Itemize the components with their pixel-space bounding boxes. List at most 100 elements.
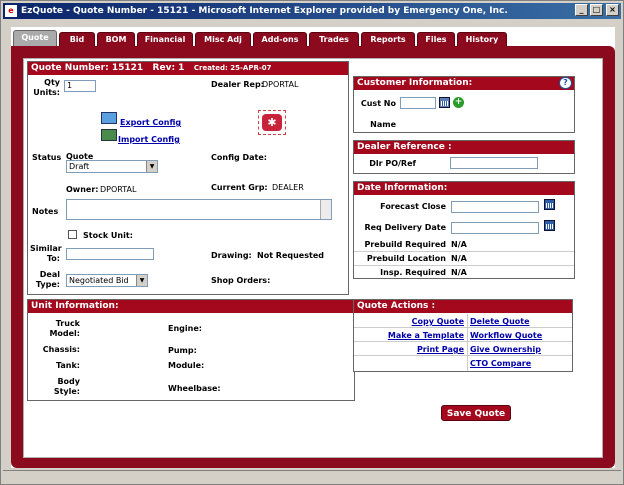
dealer-rep-value: DPORTAL bbox=[262, 80, 299, 89]
req-delivery-label: Req Delivery Date bbox=[364, 223, 446, 232]
tab-bid[interactable]: Bid bbox=[59, 32, 95, 46]
divider bbox=[354, 327, 572, 328]
print-page-link[interactable]: Print Page bbox=[358, 345, 464, 354]
pump-label: Pump: bbox=[168, 346, 197, 355]
give-ownership-link[interactable]: Give Ownership bbox=[470, 345, 541, 354]
browser-window: e EzQuote - Quote Number - 15121 - Micro… bbox=[0, 0, 624, 485]
delete-quote-link[interactable]: Delete Quote bbox=[470, 317, 530, 326]
calendar-icon[interactable] bbox=[544, 199, 555, 210]
stock-unit-checkbox[interactable] bbox=[68, 230, 77, 239]
dealer-rep-label: Dealer Rep: bbox=[211, 80, 264, 89]
chevron-down-icon: ▼ bbox=[136, 275, 147, 286]
quote-number: Quote Number: 15121 bbox=[31, 63, 144, 73]
quote-rev: Rev: 1 bbox=[152, 63, 185, 73]
date-info-box: Date Information: Forecast Close Req Del… bbox=[353, 181, 575, 279]
tab-quote[interactable]: Quote bbox=[13, 30, 57, 46]
date-info-header: Date Information: bbox=[354, 182, 574, 195]
prebuild-required-value: N/A bbox=[451, 240, 467, 249]
prebuild-required-label: Prebuild Required bbox=[364, 240, 447, 249]
qty-input[interactable]: 1 bbox=[64, 80, 96, 92]
prebuild-location-value: N/A bbox=[451, 254, 467, 263]
quote-actions-box: Quote Actions : Copy Quote Delete Quote … bbox=[353, 299, 573, 372]
insp-required-value: N/A bbox=[451, 268, 467, 277]
customer-lookup-icon[interactable] bbox=[439, 97, 450, 108]
dealer-ref-header: Dealer Reference : bbox=[354, 141, 574, 154]
copy-quote-link[interactable]: Copy Quote bbox=[358, 317, 464, 326]
engine-label: Engine: bbox=[168, 324, 202, 333]
module-label: Module: bbox=[168, 361, 205, 370]
tank-label: Tank: bbox=[55, 361, 80, 370]
divider bbox=[467, 314, 468, 371]
current-grp-label: Current Grp: bbox=[211, 183, 268, 192]
configurator-button[interactable]: ✱ bbox=[258, 110, 286, 135]
cust-no-input[interactable] bbox=[400, 97, 436, 109]
chassis-label: Chassis: bbox=[42, 345, 80, 354]
tab-panel: Quote Number: 15121 Rev: 1 Created: 25-A… bbox=[23, 58, 603, 458]
deal-type-label: Deal Type: bbox=[35, 270, 60, 289]
notes-textarea[interactable] bbox=[66, 199, 332, 220]
cto-compare-link[interactable]: CTO Compare bbox=[470, 359, 531, 368]
status-label: Status bbox=[32, 153, 62, 162]
status-select-value: Draft bbox=[69, 162, 90, 171]
similar-to-input[interactable] bbox=[66, 248, 154, 260]
save-quote-button[interactable]: Save Quote bbox=[441, 405, 511, 421]
truck-model-label: Truck Model: bbox=[49, 319, 80, 338]
quote-header: Quote Number: 15121 Rev: 1 Created: 25-A… bbox=[28, 62, 348, 75]
tab-panel-frame: Quote Number: 15121 Rev: 1 Created: 25-A… bbox=[11, 46, 615, 468]
tab-bom[interactable]: BOM bbox=[97, 32, 135, 46]
divider bbox=[354, 355, 572, 356]
export-config-link[interactable]: Export Config bbox=[120, 118, 181, 127]
quote-actions-header: Quote Actions : bbox=[354, 300, 572, 313]
divider bbox=[354, 251, 574, 252]
customer-name-label: Name bbox=[370, 120, 396, 129]
req-delivery-input[interactable] bbox=[451, 222, 539, 234]
quote-box: Quote Number: 15121 Rev: 1 Created: 25-A… bbox=[27, 61, 349, 295]
minimize-button[interactable]: _ bbox=[575, 4, 588, 16]
app-icon: e bbox=[5, 5, 17, 17]
cust-no-label: Cust No bbox=[360, 99, 396, 108]
tab-trades[interactable]: Trades bbox=[309, 32, 359, 46]
customer-info-header: Customer Information: ? bbox=[354, 77, 574, 90]
tab-financial[interactable]: Financial bbox=[137, 32, 193, 46]
deal-type-select-value: Negotiated Bid bbox=[69, 276, 129, 285]
drawing-value: Not Requested bbox=[257, 251, 324, 260]
make-template-link[interactable]: Make a Template bbox=[358, 331, 464, 340]
tab-misc-adj[interactable]: Misc Adj bbox=[195, 32, 251, 46]
body-style-label: Body Style: bbox=[53, 377, 80, 396]
maximize-button[interactable]: □ bbox=[590, 4, 603, 16]
export-config-icon[interactable] bbox=[101, 112, 117, 124]
customer-info-title: Customer Information: bbox=[357, 78, 473, 88]
workflow-quote-link[interactable]: Workflow Quote bbox=[470, 331, 542, 340]
dlr-po-input[interactable] bbox=[450, 157, 538, 169]
import-config-icon[interactable] bbox=[101, 129, 117, 141]
config-date-label: Config Date: bbox=[211, 153, 267, 162]
shop-orders-label: Shop Orders: bbox=[211, 276, 271, 285]
notes-scrollbar[interactable] bbox=[320, 200, 331, 219]
tab-add-ons[interactable]: Add-ons bbox=[253, 32, 307, 46]
notes-label: Notes bbox=[32, 207, 59, 216]
close-button[interactable]: × bbox=[606, 4, 619, 16]
wheelbase-label: Wheelbase: bbox=[168, 384, 221, 393]
help-icon[interactable]: ? bbox=[559, 77, 572, 89]
page-content: Quote Bid BOM Financial Misc Adj Add-ons… bbox=[11, 27, 615, 468]
forecast-close-label: Forecast Close bbox=[380, 202, 446, 211]
forecast-close-input[interactable] bbox=[451, 201, 539, 213]
unit-info-header: Unit Information: bbox=[28, 300, 354, 313]
tab-files[interactable]: Files bbox=[417, 32, 455, 46]
deal-type-select[interactable]: Negotiated Bid ▼ bbox=[66, 274, 148, 287]
status-select[interactable]: Draft ▼ bbox=[66, 160, 158, 173]
dealer-ref-box: Dealer Reference : Dlr PO/Ref bbox=[353, 140, 575, 174]
import-config-link[interactable]: Import Config bbox=[118, 135, 180, 144]
calendar-icon[interactable] bbox=[544, 220, 555, 231]
owner-value: DPORTAL bbox=[100, 185, 137, 194]
dlr-po-label: Dlr PO/Ref bbox=[369, 159, 416, 168]
tab-history[interactable]: History bbox=[457, 32, 507, 46]
add-customer-icon[interactable]: + bbox=[453, 97, 464, 108]
unit-info-box: Unit Information: Truck Model: Engine: C… bbox=[27, 299, 355, 401]
divider bbox=[354, 341, 572, 342]
window-title: EzQuote - Quote Number - 15121 - Microso… bbox=[21, 6, 508, 16]
tab-reports[interactable]: Reports bbox=[361, 32, 415, 46]
drawing-label: Drawing: bbox=[211, 251, 252, 260]
prebuild-location-label: Prebuild Location bbox=[366, 254, 446, 263]
customer-info-box: Customer Information: ? Cust No + Name bbox=[353, 76, 575, 133]
